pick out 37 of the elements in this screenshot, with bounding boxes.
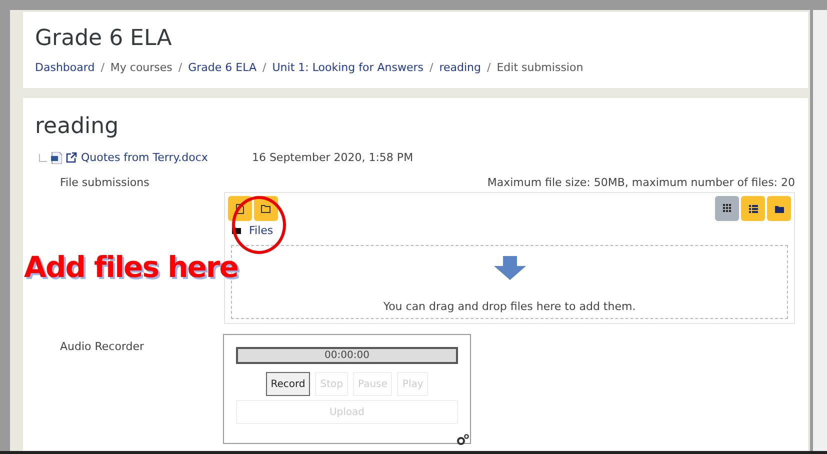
- file-limits: Maximum file size: 50MB, maximum number of files: 20: [486, 176, 795, 189]
- field-label: Audio Recorder: [59, 339, 146, 353]
- file-icon: [236, 204, 244, 214]
- tree-line-icon: [39, 154, 47, 162]
- folder-icon: [774, 204, 784, 212]
- breadcrumb-link[interactable]: Unit 1: Looking for Answers: [272, 61, 424, 74]
- field-label: File submissions: [59, 176, 150, 189]
- highlight-circle: [232, 196, 286, 254]
- breadcrumb-text: My courses: [110, 61, 172, 74]
- submission-date: 16 September 2020, 1:58 PM: [252, 151, 414, 164]
- recorder-button[interactable]: Record: [266, 372, 310, 396]
- breadcrumb-separator: /: [100, 61, 104, 74]
- view-button[interactable]: [767, 196, 791, 221]
- breadcrumb-separator: /: [262, 61, 266, 74]
- external-link-icon: [66, 152, 77, 163]
- breadcrumb-link[interactable]: reading: [439, 61, 481, 74]
- down-arrow-icon: [494, 256, 526, 280]
- breadcrumb-link[interactable]: Dashboard: [35, 61, 95, 74]
- course-title: Grade 6 ELA: [35, 26, 173, 51]
- view-button[interactable]: [715, 196, 739, 221]
- page-title: reading: [35, 114, 120, 139]
- grid-icon: [722, 204, 732, 213]
- breadcrumb-text: Edit submission: [496, 61, 584, 74]
- list-icon: [748, 204, 758, 212]
- breadcrumb-link[interactable]: Grade 6 ELA: [188, 61, 257, 74]
- scrollbar[interactable]: [813, 10, 827, 454]
- settings-icon[interactable]: [457, 434, 469, 445]
- document-icon: [51, 152, 62, 164]
- folder-path-link[interactable]: Files: [249, 224, 274, 237]
- breadcrumb-separator: /: [429, 61, 434, 74]
- breadcrumb-separator: /: [486, 61, 491, 74]
- drop-hint: You can drag and drop files here to add them.: [383, 300, 636, 313]
- folder-icon: [261, 204, 271, 212]
- view-button[interactable]: [741, 196, 765, 221]
- file-link[interactable]: Quotes from Terry.docx: [81, 151, 208, 164]
- timer-display: 00:00:00: [236, 347, 458, 364]
- breadcrumb-separator: /: [178, 61, 182, 74]
